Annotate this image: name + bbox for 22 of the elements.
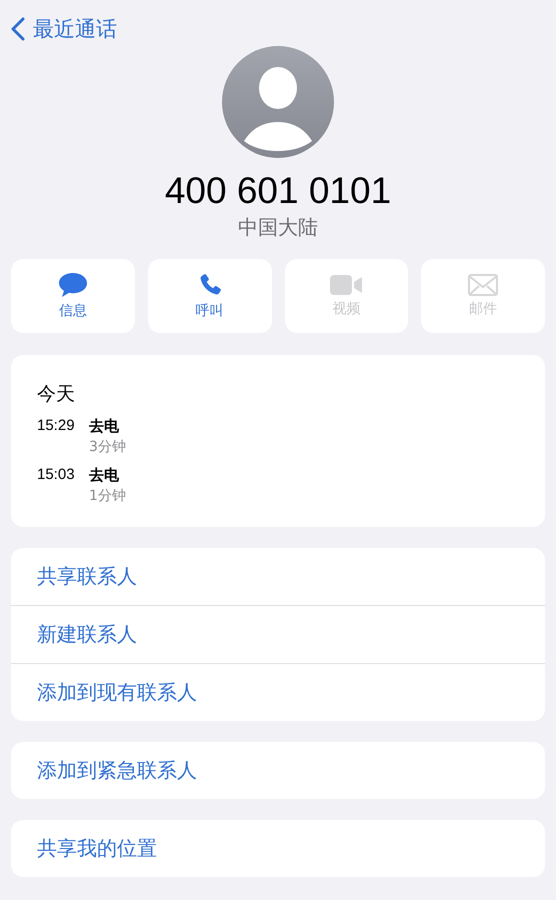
call-time: 15:29 <box>37 417 76 436</box>
speech-bubble-icon <box>58 272 88 298</box>
video-camera-icon <box>330 274 362 296</box>
call-type: 去电 <box>89 417 120 436</box>
message-action-button[interactable]: 信息 <box>11 259 135 333</box>
region-label: 中国大陆 <box>238 214 318 241</box>
envelope-icon <box>468 274 498 296</box>
phone-number: 400 601 0101 <box>164 170 392 212</box>
call-duration: 3分钟 <box>89 438 127 456</box>
call-time: 15:03 <box>37 466 76 485</box>
option-link[interactable]: 新建联系人 <box>11 605 545 663</box>
call-duration: 1分钟 <box>89 487 127 505</box>
back-chevron-icon <box>11 17 25 41</box>
option-link[interactable]: 添加到紧急联系人 <box>11 742 545 799</box>
call-type: 去电 <box>89 466 120 485</box>
date-heading: 今天 <box>37 382 76 407</box>
option-link[interactable]: 添加到现有联系人 <box>11 663 545 721</box>
call-action-button[interactable]: 呼叫 <box>148 259 272 333</box>
back-link[interactable]: 最近通话 <box>11 14 117 44</box>
avatar-icon <box>222 46 334 158</box>
option-link[interactable]: 共享我的位置 <box>11 820 545 877</box>
option-link[interactable]: 共享联系人 <box>11 548 545 605</box>
